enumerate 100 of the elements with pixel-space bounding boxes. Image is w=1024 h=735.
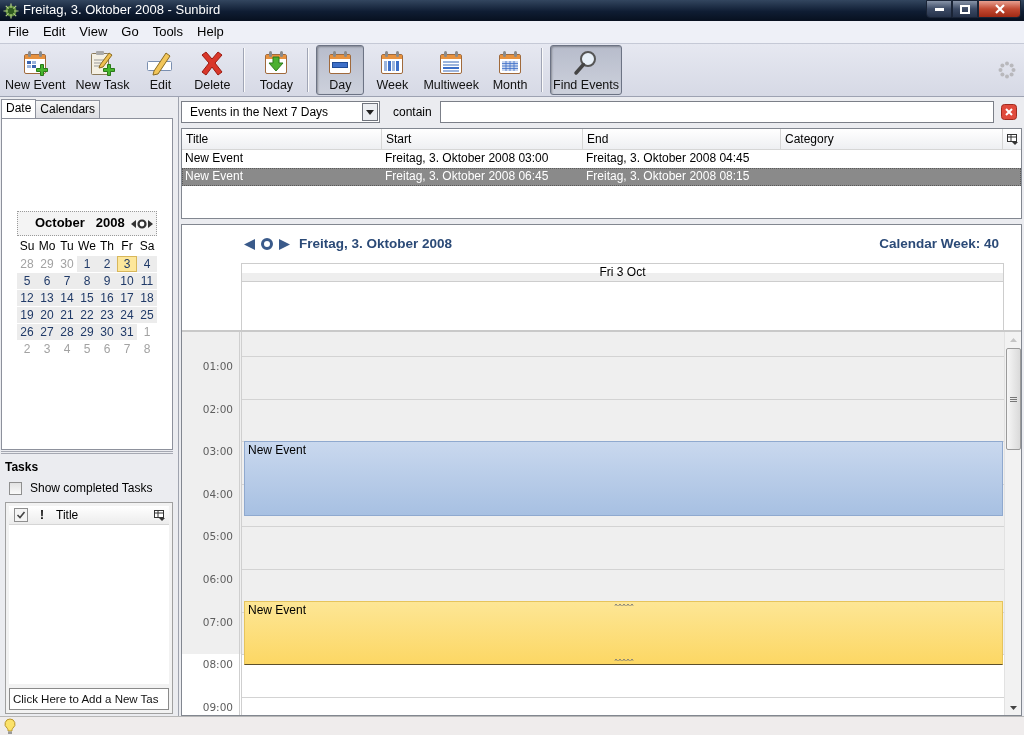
time-label: 03:00 [202,445,233,459]
day-cell[interactable]: 22 [77,307,97,323]
year-label: 2008 [95,215,125,232]
clear-icon[interactable] [1001,104,1017,120]
magnifier-icon [573,49,599,76]
weekday-label: Fr [120,239,134,255]
window-title: Freitag, 3. Oktober 2008 - Sunbird [23,2,221,19]
day-cell[interactable]: 23 [97,307,117,323]
day-cell[interactable]: 24 [117,307,137,323]
table-cell-text: Freitag, 3. Oktober 2008 04:45 [585,150,751,167]
day-cell[interactable]: 7 [57,273,77,289]
scroll-thumb[interactable] [1005,348,1021,450]
sidebar-tab[interactable]: Date [1,99,37,118]
toolbar-button[interactable]: Month [486,45,534,95]
right-arrow-icon[interactable] [279,238,290,250]
close-button[interactable] [978,0,1021,18]
day-cell[interactable]: 31 [117,324,137,340]
toolbar-button[interactable]: New Event [2,45,69,95]
day-cell[interactable]: 8 [77,273,97,289]
filter-dropdown[interactable]: Events in the Next 7 Days [181,101,380,123]
month-label: October [35,215,85,232]
event-block[interactable]: New Event [244,600,1003,665]
column-picker-icon[interactable] [154,509,165,521]
circle-icon[interactable] [137,218,147,229]
table-cell-text: New Event [184,150,245,167]
day-cell[interactable]: 28 [57,324,77,340]
menu-item[interactable]: Tools [145,23,190,41]
day-cell[interactable]: 25 [137,307,157,323]
left-arrow-icon[interactable] [131,219,136,228]
menu-item[interactable]: File [1,23,36,41]
toolbar-button[interactable]: Week [368,45,417,95]
grip-icon[interactable] [614,657,633,662]
toolbar-button[interactable]: New Task [72,45,133,95]
day-cell[interactable]: 19 [17,307,37,323]
menu-item[interactable]: Edit [35,23,73,41]
day-cell[interactable]: 17 [117,290,137,306]
column-header[interactable]: Title [182,129,382,150]
month-calendar-icon [497,49,523,76]
close-icon [994,4,1005,14]
list-row[interactable]: New Event Freitag, 3. Oktober 2008 03:00 Freitag, 3. Oktober 2008 04:45 [182,150,1021,168]
day-cell[interactable]: 27 [37,324,57,340]
toolbar-button[interactable]: Find Events [550,45,622,95]
checkbox-tick-icon[interactable] [14,508,28,522]
day-cell[interactable]: 29 [77,324,97,340]
event-block[interactable]: New Event [244,441,1003,516]
grip-lines-icon [1009,396,1017,402]
day-cell[interactable]: 4 [137,256,157,272]
toolbar-button[interactable]: Today [252,45,301,95]
column-header[interactable]: End [583,129,781,150]
day-cell[interactable]: 5 [17,273,37,289]
spinner-icon [998,61,1016,79]
search-field[interactable] [439,101,994,123]
table-cell-text: Freitag, 3. Oktober 2008 03:00 [384,150,550,167]
day-cell[interactable]: 12 [17,290,37,306]
menu-item[interactable]: Go [114,23,146,41]
grip-icon[interactable] [614,602,633,607]
day-cell[interactable]: 14 [57,290,77,306]
minimize-icon [934,7,944,11]
toolbar-button[interactable]: Delete [188,45,237,95]
column-picker-icon[interactable] [1006,134,1018,145]
day-cell[interactable]: 6 [37,273,57,289]
day-cell[interactable]: 11 [137,273,157,289]
circle-icon[interactable] [261,238,273,250]
day-cell[interactable]: 9 [97,273,117,289]
left-arrow-icon[interactable] [244,238,255,250]
sidebar-tab[interactable]: Calendars [35,100,101,118]
date-title: Freitag, 3. Oktober 2008 [299,235,453,253]
minimize-button[interactable] [926,0,952,18]
menu-item[interactable]: View [72,23,115,41]
column-header[interactable]: Title [56,507,79,523]
column-header[interactable]: Start [382,129,583,150]
day-cell[interactable]: 13 [37,290,57,306]
time-label: 04:00 [202,487,233,501]
toolbar-button[interactable]: Edit [136,45,185,95]
day-cell[interactable]: 1 [77,256,97,272]
column-header[interactable]: ! [40,507,44,523]
toolbar-button[interactable]: Day [316,45,365,95]
day-cell[interactable]: 18 [137,290,157,306]
new-task-field[interactable]: Click Here to Add a New Tas [9,688,169,710]
maximize-icon [960,4,970,14]
menu-item[interactable]: Help [190,23,231,41]
day-cell[interactable]: 15 [77,290,97,306]
calendar-arrow-icon [263,49,290,76]
day-cell[interactable]: 2 [97,256,117,272]
time-label: 07:00 [202,615,233,629]
day-cell[interactable]: 20 [37,307,57,323]
day-cell[interactable]: 10 [117,273,137,289]
weekday-label: Su [18,239,36,255]
checkbox[interactable] [9,482,22,495]
maximize-button[interactable] [952,0,978,18]
checkbox-label[interactable]: Show completed Tasks [30,481,153,496]
day-cell[interactable]: 26 [17,324,37,340]
day-cell[interactable]: 3 [117,256,137,272]
day-cell[interactable]: 30 [97,324,117,340]
right-arrow-icon[interactable] [148,219,153,228]
scroll-down-icon[interactable] [1009,706,1017,710]
toolbar-button[interactable]: Multiweek [420,45,482,95]
day-cell[interactable]: 21 [57,307,77,323]
day-cell[interactable]: 16 [97,290,117,306]
column-header[interactable]: Category [781,129,1003,150]
